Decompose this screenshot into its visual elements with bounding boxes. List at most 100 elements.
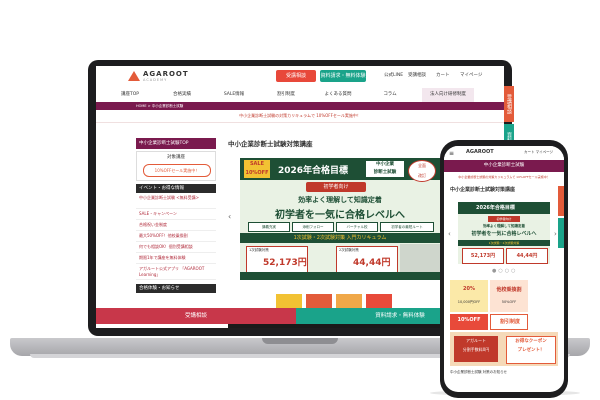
phone-tile-big: 割引制度 (499, 319, 520, 325)
sidebar-section-events: イベント・お得な情報 (136, 184, 216, 193)
phone-carousel-prev-icon[interactable]: ‹ (448, 230, 451, 238)
request-button[interactable]: 資料請求・無料体験 (320, 70, 366, 82)
banner-curriculum: 1次試験・2次試験対策 入門カリキュラム (240, 233, 440, 243)
sale-notice[interactable]: 中小企業診断士試験の対策カリキュラムで 10%OFFセール実施中！ (96, 110, 504, 123)
phone-hero-banner[interactable]: 2026年合格目標 初学者向け 効率よく理解して知識定着 初学者を一気に合格レベ… (458, 202, 550, 264)
breadcrumb: HOME > 中小企業診断士試験 (96, 102, 504, 110)
logo-subtext: ACADEMY (143, 78, 168, 82)
nav-item-column[interactable]: コラム (370, 88, 410, 102)
phone-header-links: カート マイページ (524, 150, 553, 155)
phone-tile[interactable]: 他校乗換割 50%OFF (490, 280, 528, 312)
sidebar-link-reward[interactable]: 合格祝い金制度 (136, 222, 216, 231)
banner-price-1-label: 1次試験対策 (249, 248, 269, 252)
banner-exam-line1: 中小企業 (376, 162, 394, 167)
laptop-notch (262, 338, 338, 344)
phone-logo[interactable]: AGAROOT (466, 149, 494, 155)
phone-tile-big: 10%OFF (457, 317, 481, 323)
consult-button[interactable]: 受講相談 (276, 70, 316, 82)
nav-item-sale[interactable]: SALE情報 (214, 88, 254, 102)
banner-sale-line1: SALE (249, 161, 265, 167)
banner-price-2: 2次試験対策 44,44円 (336, 246, 398, 274)
sidebar-link-app[interactable]: アガルート公式アプリ 「AGAROOT Learning」 (136, 266, 216, 280)
phone-tile-big: 20% (463, 286, 475, 292)
cart-link[interactable]: カート (436, 71, 450, 81)
phone-banner-price-2: 44,44円 (506, 248, 548, 264)
phone-cart-link[interactable]: カート (524, 150, 535, 154)
banner-sale-badge: SALE 10%OFF (244, 160, 270, 178)
banner-new-badge: 全面 改訂 (408, 160, 436, 182)
phone-promo-section: アガルート 分割手数料0円 お得なクーポン プレゼント！ (450, 332, 558, 366)
phone-banner-price-1: 52,173円 (462, 248, 504, 264)
phone-banner-year: 2026年合格目標 (476, 205, 515, 211)
coupon-promo[interactable]: お得なクーポン プレゼント！ (506, 336, 556, 364)
bottom-consult-button[interactable]: 受講相談 (96, 308, 296, 324)
breadcrumb-text[interactable]: HOME > 中小企業診断士試験 (136, 102, 183, 110)
nav-item-discount[interactable]: 割引制度 (266, 88, 306, 102)
phone-side-tab-consult[interactable] (558, 186, 564, 216)
phone-tile[interactable]: 20% 10,000円OFF (450, 280, 488, 312)
banner-chip: バーチャル校 (336, 222, 378, 232)
banner-chip: 添削フォロー (292, 222, 334, 232)
phone-topbar[interactable]: 中小企業診断士試験 (444, 160, 564, 172)
phone-tile[interactable]: 10%OFF (450, 314, 488, 330)
nav-item-faq[interactable]: よくある質問 (318, 88, 358, 102)
phone-tile[interactable]: 割引制度 (490, 314, 528, 330)
phone-banner-curriculum: 1次試験・2次試験対策 (458, 240, 550, 246)
phone-page-title: 中小企業診断士試験対策講座 (450, 187, 516, 193)
phone-tile-small: 10,000円OFF (457, 300, 481, 304)
banner-price-2-value: 44,44円 (353, 258, 391, 268)
nav-item-top[interactable]: 講座TOP (110, 88, 150, 102)
installment-promo[interactable]: アガルート 分割手数料0円 (454, 336, 498, 362)
carousel-prev-icon[interactable]: ‹ (228, 212, 231, 221)
banner-year-goal: 2026年合格目標 (278, 166, 349, 176)
sidebar-section-exam: 合格体験・お知らせ (136, 284, 216, 293)
page-title: 中小企業診断士試験対策講座 (228, 140, 313, 148)
consult-link[interactable]: 受講相談 (408, 71, 426, 81)
sidebar-coupon-button[interactable]: 10%OFFセール実施中！ (143, 164, 211, 177)
hero-banner[interactable]: SALE 10%OFF 2026年合格目標 中小企業 診断士試験 全面 改訂 初… (240, 158, 440, 280)
banner-chip: 講義充実 (248, 222, 290, 232)
sidebar-box-title: 対象講座 (167, 155, 185, 160)
mypage-link[interactable]: マイページ (460, 71, 482, 81)
sidebar-link-trial[interactable]: 期限1年で講座を無料体験 (136, 255, 216, 264)
sidebar-link-sale[interactable]: SALE・キャンペーン (136, 211, 216, 220)
menu-icon[interactable]: ≡ (449, 150, 454, 157)
sidebar-link-free[interactable]: 中小企業診断士試験 <無料受講> (136, 195, 216, 209)
sidebar-link-consult[interactable]: 何でも相談OK！個別受講相談 (136, 244, 216, 253)
side-tab-consult[interactable]: 受講相談 (504, 86, 514, 122)
phone-side-tab-request[interactable] (558, 218, 564, 248)
phone-tile-small: 50%OFF (501, 300, 517, 304)
phone-mypage-link[interactable]: マイページ (536, 150, 553, 154)
site-logo[interactable]: AGAROOT ACADEMY (128, 69, 188, 85)
banner-exam-line2: 診断士試験 (373, 170, 397, 175)
banner-price-2-label: 2次試験対策 (339, 248, 359, 252)
nav-item-results[interactable]: 合格実績 (162, 88, 202, 102)
phone-banner-line1: 効率よく理解して知識定着 (483, 224, 525, 228)
coupon-promo-line1: お得なクーポン (515, 339, 547, 344)
logo-text: AGAROOT (143, 70, 189, 78)
banner-new-line2: 改訂 (418, 173, 426, 178)
nav-item-corporate[interactable]: 法人向け研修制度 (422, 88, 474, 102)
carousel-dots[interactable]: ●○○○ (492, 268, 517, 274)
sidebar-course-box: 対象講座 10%OFFセール実施中！ (136, 151, 216, 181)
phone-news-item[interactable]: 中小企業診断士試験 対策のお知らせ (450, 370, 558, 375)
phone-carousel-next-icon[interactable]: › (554, 230, 557, 238)
banner-exam-name: 中小企業 診断士試験 (366, 161, 404, 177)
banner-price-1-value: 52,173円 (263, 258, 307, 268)
banner-chip: 初学者の最短ルート (380, 222, 434, 232)
installment-promo-line2: 分割手数料0円 (462, 347, 490, 352)
site-header: AGAROOT ACADEMY 受講相談 資料請求・無料体験 公式LINE 受講… (96, 66, 504, 89)
banner-headline-2: 初学者を一気に合格レベルへ (275, 210, 405, 221)
banner-fineprint-band (240, 272, 440, 280)
banner-price-1: 1次試験対策 52,173円 (246, 246, 308, 274)
phone-notice[interactable]: 中小企業診断士試験の対策カリキュラムで 10%OFFセール実施中！ (444, 173, 564, 181)
coupon-promo-line2: プレゼント！ (517, 348, 545, 353)
line-link[interactable]: 公式LINE (384, 71, 403, 81)
sale-notice-text: 中小企業診断士試験の対策カリキュラムで 10%OFFセール実施中！ (239, 113, 361, 118)
installment-promo-line1: アガルート (466, 338, 486, 343)
banner-sale-line2: 10%OFF (245, 170, 269, 176)
sidebar-top-link[interactable]: 中小企業診断士試験TOP (136, 138, 216, 149)
logo-mark-icon (128, 71, 140, 81)
sidebar-link-switch[interactable]: 最大50%OFF！他校乗換割 (136, 233, 216, 242)
main-nav: 講座TOP 合格実績 SALE情報 割引制度 よくある質問 コラム 法人向け研修… (96, 88, 504, 103)
